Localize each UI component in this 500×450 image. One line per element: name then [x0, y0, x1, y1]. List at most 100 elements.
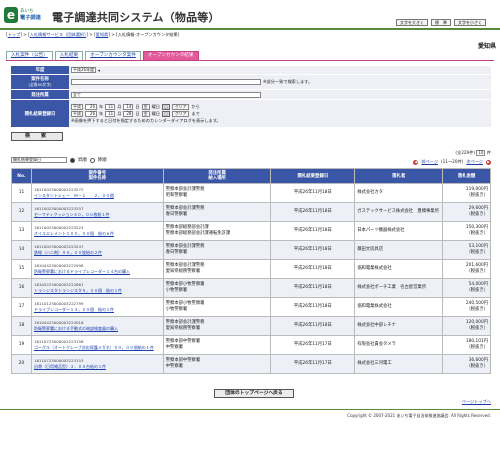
sort-desc-label: 降順 [97, 158, 107, 163]
copyright: Copyright © 2007-2021 あいち電子自治体推進協議会. All… [347, 413, 491, 418]
row-bidder: 有限会社貴会タメラ [354, 335, 444, 355]
breadcrumb-top[interactable]: トップ [8, 32, 21, 37]
row-case: 16110023000003223257 セーフティクッション４０，００枚給１件 [30, 202, 164, 222]
from-day-input[interactable]: 14 [123, 103, 134, 110]
case-name-link[interactable]: ゴーグル（オートクレーブ対応保護メガネ）５０，００個給の１件 [34, 345, 161, 351]
row-case: 16110023000003223272 インスタントシェー Ｍ－１ ２，００個 [30, 183, 164, 203]
delivery-place: 中警察署 [165, 364, 183, 369]
table-row: 13 16110023000003223223 オイルエレメント１００，００個 給の… [11, 221, 491, 241]
sort-bar: 開札結果登録日 昇順 降順 [11, 157, 107, 163]
case-name-link[interactable]: トランジスタトランジスタ５，００個 給の１件 [34, 288, 161, 294]
font-size-controls: 文字を大きく 標 準 文字を小さく [396, 19, 486, 26]
breadcrumb-org[interactable]: 愛知県 [96, 32, 109, 37]
date-from-row: 平成 26 年 11 月 14 日 金曜日 □ クリア から [71, 103, 200, 110]
tab-open-counter-cases[interactable]: オープンカウンタ案件 [85, 51, 141, 60]
page-top-link[interactable]: ページトップへ [462, 399, 491, 405]
to-year-input[interactable]: 26 [85, 110, 97, 117]
tab-bid-results[interactable]: 入札結果 [54, 51, 84, 60]
back-to-top-button[interactable]: 団体のトップページへ戻る [214, 389, 294, 398]
prev-page-link[interactable]: 前ページ [421, 159, 438, 165]
table-row: 17 16110123000003222799 ドライブレコーダー１３，００個 給の… [11, 297, 491, 317]
case-name-link[interactable]: ドライブレコーダー１３，００個 給の１件 [34, 307, 161, 313]
table-row: 20 16110723000003223153 出帯（日用雑品型）３，００台給の１件… [11, 354, 491, 374]
table-row: 11 16110023000003223272 インスタントシェー Ｍ－１ ２，００… [11, 183, 491, 203]
row-price: 53,100円 （税抜き） [442, 240, 491, 260]
row-dept: 警察本部総務部会計課 警察本部総務部会計課運転免許課 [162, 221, 272, 241]
from-era-select[interactable]: 平成 [71, 103, 83, 110]
search-button[interactable]: 検 索 [11, 132, 63, 141]
case-name-link[interactable]: オイルエレメント１００，００個 給の６件 [34, 231, 161, 237]
delivery-place: 春日警察署 [165, 250, 188, 255]
from-month-input[interactable]: 11 [105, 103, 116, 110]
case-name-link[interactable]: インスタントシェー Ｍ－１ ２，００個 [34, 193, 161, 199]
row-no: 18 [11, 316, 32, 336]
row-no: 19 [11, 335, 32, 355]
delivery-place: 小牧警察署 [165, 288, 188, 293]
row-no: 11 [11, 183, 32, 203]
tax-note: （税抜き） [466, 288, 488, 293]
table-row: 12 16110023000003223257 セーフティクッション４０，００枚給１… [11, 202, 491, 222]
row-no: 12 [11, 202, 32, 222]
tab-bid-notices[interactable]: 入札案件（公告） [6, 51, 53, 60]
year-select[interactable]: 平成26年度 [71, 67, 97, 73]
row-dept: 警察本部小牧警察署 小牧警察署 [162, 297, 272, 317]
case-name-input[interactable] [71, 79, 261, 85]
case-name-link[interactable]: 防衛警察署における手動式の暗部検査器の購入 [34, 326, 161, 332]
from-clear-button[interactable]: クリア [172, 103, 190, 110]
row-bidder: 株式会社カタ [354, 183, 444, 203]
breadcrumb: [トップ] > [入札情報サービス（団体選択）] > [愛知県] > [入札情報… [6, 32, 180, 37]
row-date: 平成26年11月18日 [270, 183, 356, 203]
row-date: 平成26年11月18日 [270, 221, 356, 241]
col-no: No. [11, 168, 32, 184]
table-header-row: No. 案件番号 案件名称 発注所属 納入場所 開札結果登録日 落札者 落札金額 [11, 168, 491, 184]
col-bidder: 落札者 [354, 168, 444, 184]
row-bidder: 株式会社ポーチ工業 名古屋営業所 [354, 278, 444, 298]
row-date: 平成26年11月18日 [270, 297, 356, 317]
delivery-place: 春日警察署 [165, 212, 188, 217]
calendar-icon[interactable]: □ [162, 103, 170, 110]
case-name-link[interactable]: 鉄線（ハニ剤）９０，００枚給の２件 [34, 250, 161, 256]
font-smaller-button[interactable]: 文字を小さく [454, 19, 486, 26]
to-day-input[interactable]: 28 [123, 110, 134, 117]
row-price: 120,000円 （税抜き） [442, 316, 491, 336]
search-form: 年度 平成26年度 ▾ 案件名称 (全角50文字) ※部分一致で検索します。 発注所… [11, 66, 491, 128]
row-price: 150,300円 （税抜き） [442, 221, 491, 241]
from-year-input[interactable]: 26 [85, 103, 97, 110]
row-price: 240,500円 （税抜き） [442, 297, 491, 317]
row-case: 16110723000003223158 ゴーグル（オートクレーブ対応保護メガネ）… [30, 335, 164, 355]
case-name-link[interactable]: 防衛警察署におけるドライブレコーダー１４台の購入 [34, 269, 161, 275]
breadcrumb-service[interactable]: 入札情報サービス（団体選択） [30, 32, 87, 37]
calendar-icon[interactable]: □ [162, 110, 170, 117]
sort-key-select[interactable]: 開札結果登録日 [11, 157, 67, 163]
to-era-select[interactable]: 平成 [71, 110, 83, 117]
department-select[interactable]: 全て [71, 91, 261, 98]
prev-page-icon: ◀ [413, 159, 419, 165]
date-to-row: 平成 26 年 11 月 28 日 金曜日 □ クリア まで [71, 110, 200, 117]
to-month-input[interactable]: 11 [105, 110, 116, 117]
row-case: 16110123000003222799 ドライブレコーダー１３，００個 給の１件 [30, 297, 164, 317]
next-page-link[interactable]: 次ページ [466, 159, 483, 165]
to-clear-button[interactable]: クリア [172, 110, 190, 117]
department-label: 発注所属 [11, 90, 69, 99]
row-date: 平成26年11月17日 [270, 335, 356, 355]
case-name-link[interactable]: セーフティクッション４０，００枚給１件 [34, 212, 161, 218]
case-name-link[interactable]: 出帯（日用雑品型）３，００台給の１件 [34, 364, 161, 370]
breadcrumb-current: 入札情報-オープンカウンタ結果 [117, 32, 178, 37]
font-standard-button[interactable]: 標 準 [431, 19, 451, 26]
tax-note: （税抜き） [466, 307, 488, 312]
row-bidder: 協和電業株式会社 [354, 259, 444, 279]
table-row: 18 16104423000003223016 防衛警察署における手動式の暗部検査器… [11, 316, 491, 336]
sort-asc-radio[interactable] [70, 157, 75, 163]
row-no: 16 [11, 278, 32, 298]
table-row: 19 16110723000003223158 ゴーグル（オートクレーブ対応保護メガ… [11, 335, 491, 355]
per-page-select[interactable]: 10 [476, 150, 486, 156]
dropdown-arrow-icon: ▾ [98, 67, 101, 73]
header-divider [0, 28, 500, 30]
tax-note: （税抜き） [466, 326, 488, 331]
sort-desc-radio[interactable] [89, 157, 95, 163]
row-price: 180,101円 （税抜き） [442, 335, 491, 355]
tab-open-counter-results[interactable]: オープンカウンタ結果 [142, 51, 199, 60]
col-case: 案件番号 案件名称 [30, 168, 164, 184]
font-larger-button[interactable]: 文字を大きく [396, 19, 428, 26]
site-logo[interactable]: e あいち 電子調達 [4, 7, 48, 25]
